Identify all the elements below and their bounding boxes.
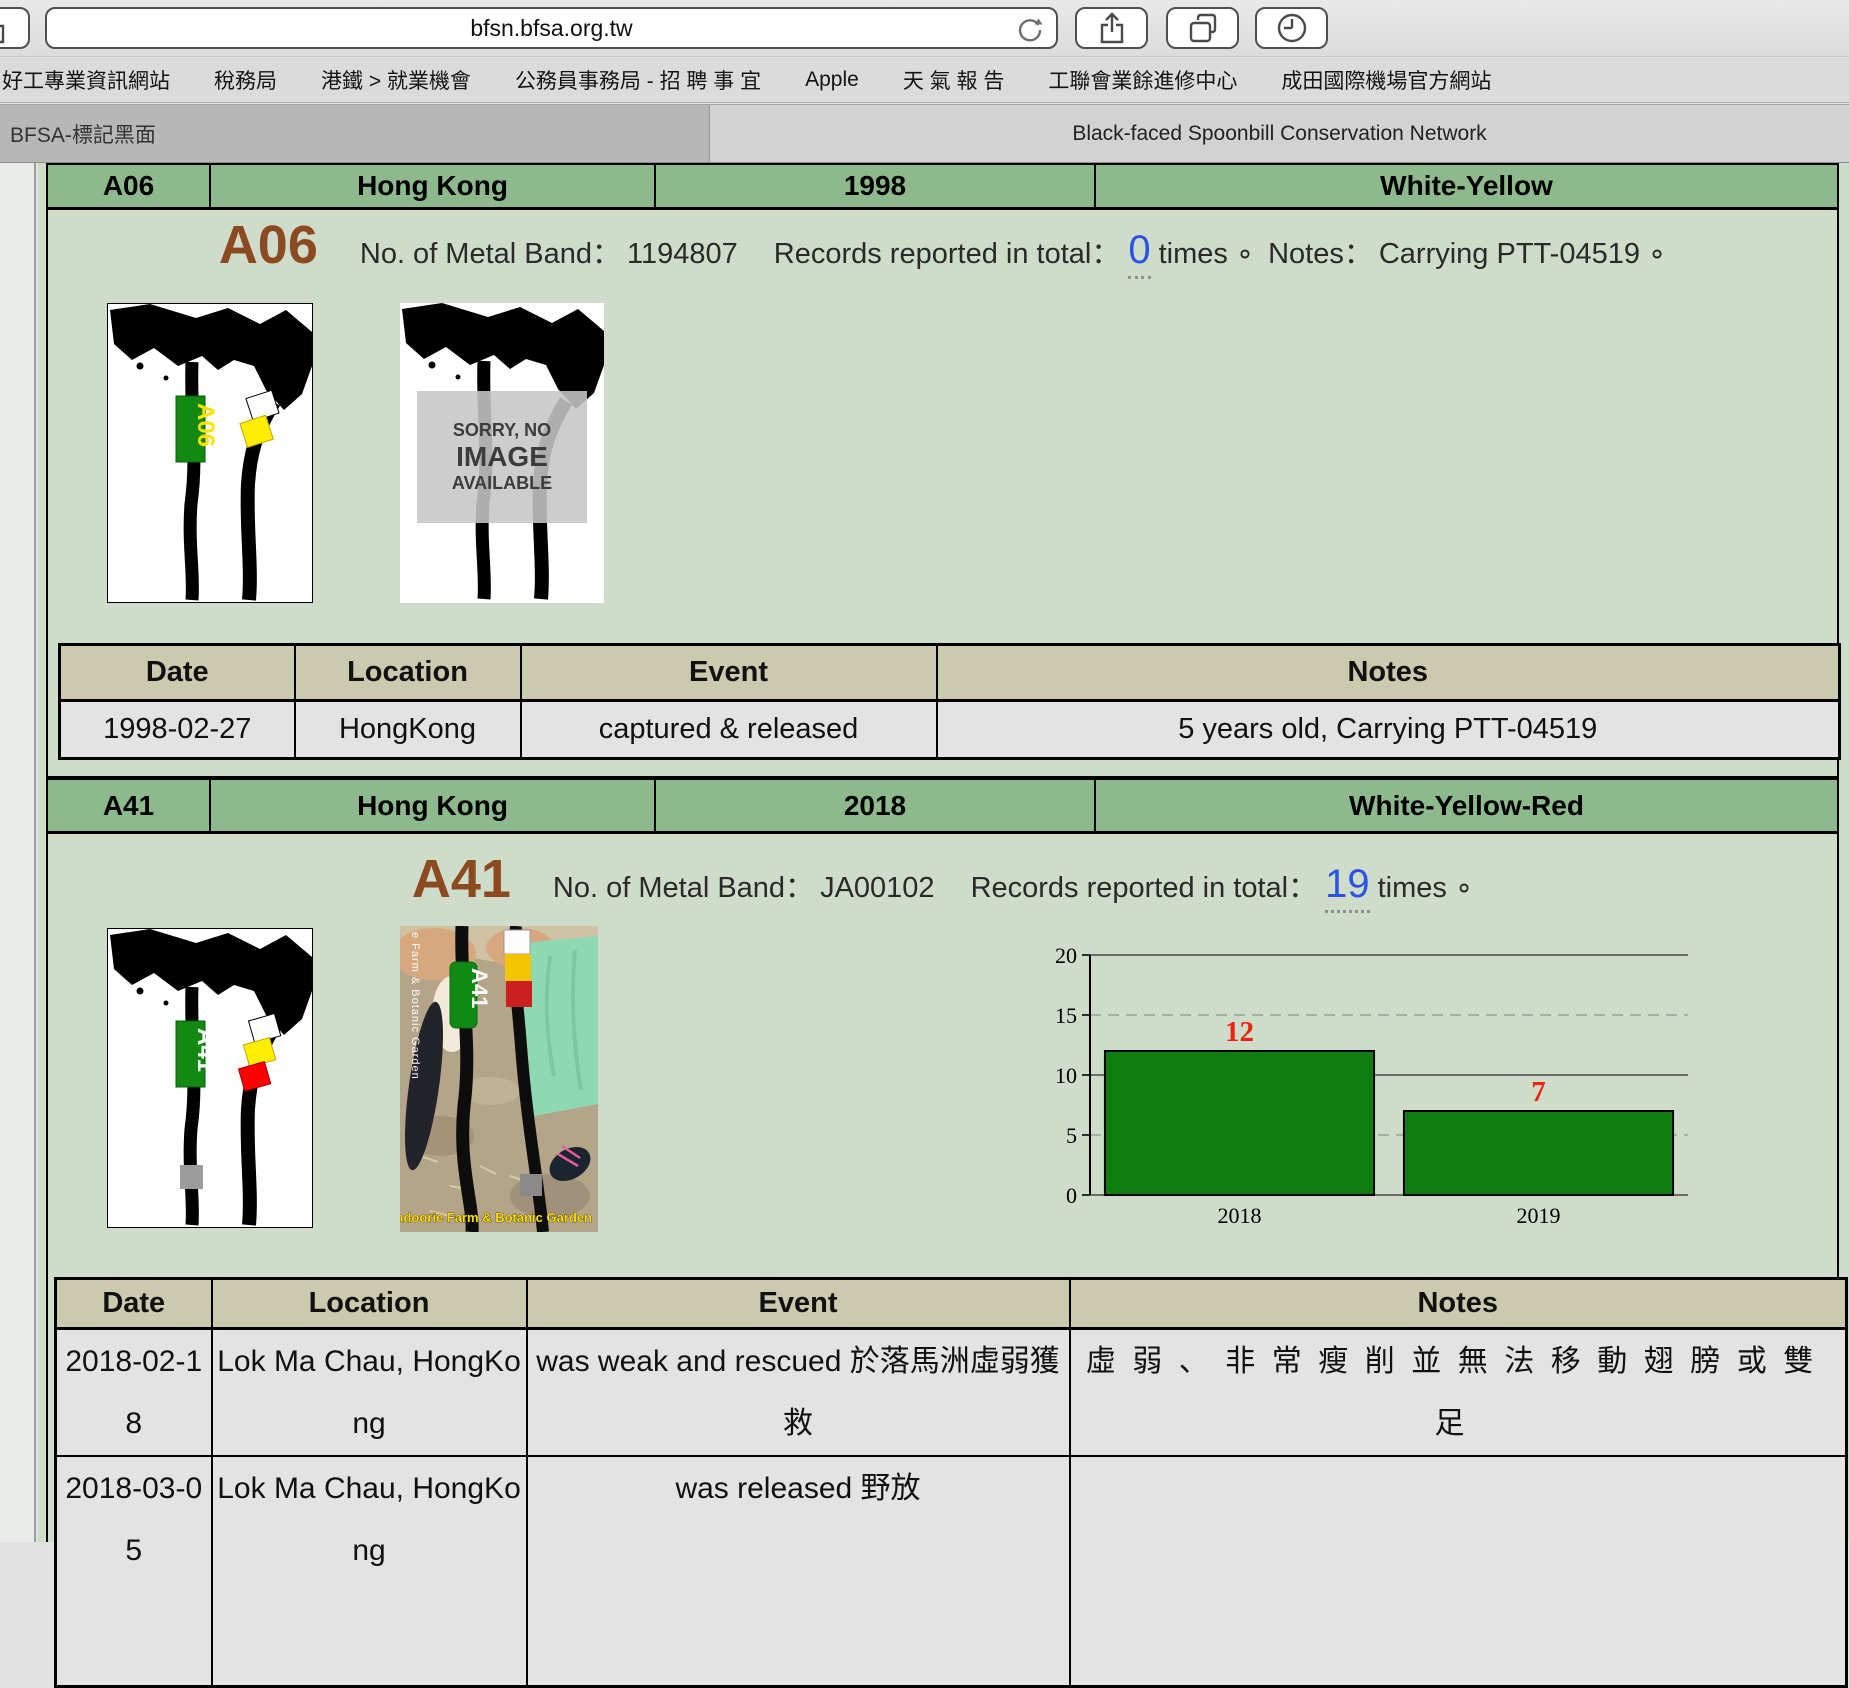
record-title: A41: [412, 848, 511, 910]
band-code-text: A41: [192, 1028, 219, 1072]
cell-location: Lok Ma Chau, HongKong: [212, 1456, 527, 1686]
svg-text:2019: 2019: [1517, 1203, 1561, 1228]
cell-date: 2018-03-05: [56, 1456, 212, 1686]
col-location: Location: [212, 1279, 527, 1329]
col-location: Location: [295, 645, 521, 701]
photo-credit-text: © Kadoorie Farm & Botanic Garden: [400, 1210, 592, 1225]
metal-band-label: No. of Metal Band：: [360, 230, 621, 272]
tabs-overview-button[interactable]: [1166, 7, 1239, 49]
record-id-cell: A41: [48, 780, 211, 831]
share-icon: [1095, 11, 1129, 45]
safari-window: bfsn.bfsa.org.tw: [0, 0, 1849, 1542]
tabs-icon: [1186, 11, 1220, 45]
record-colors-cell: White-Yellow-Red: [1096, 780, 1837, 831]
svg-text:15: 15: [1055, 1003, 1077, 1028]
records-reported-label: Records reported in total：: [971, 864, 1318, 906]
record-year-cell: 1998: [656, 165, 1096, 207]
record-title: A06: [219, 214, 318, 276]
bookmark-item[interactable]: 成田國際機場官方網站: [1281, 65, 1491, 95]
favorites-bar: 好工專業資訊網站 稅務局 港鐵 > 就業機會 公務員事務局 - 招 聘 事 宜 …: [0, 58, 1849, 103]
band-code-text: A41: [467, 968, 492, 1008]
report-count-link[interactable]: 19: [1325, 862, 1370, 913]
tab-bar: BFSA-標記黑面 Black-faced Spoonbill Conserva…: [0, 104, 1849, 163]
svg-text:2018: 2018: [1218, 1203, 1262, 1228]
col-notes: Notes: [1070, 1279, 1847, 1329]
record-summary-a06: A06 No. of Metal Band： 1194807 Records r…: [48, 214, 1837, 284]
times-label: times ∘: [1378, 870, 1474, 905]
col-notes: Notes: [937, 645, 1840, 701]
bookmark-item[interactable]: 天 氣 報 告: [903, 65, 1005, 95]
record-header-row-a41: A41 Hong Kong 2018 White-Yellow-Red: [46, 778, 1839, 834]
bookmark-item[interactable]: 工聯會業餘進修中心: [1048, 65, 1237, 95]
cell-date: 2018-02-18: [56, 1329, 212, 1457]
notes-text: Carrying PTT-04519 ∘: [1379, 236, 1666, 271]
col-date: Date: [56, 1279, 212, 1329]
records-bar-chart: 0 5 10 15 20 12 2018 7 2019: [1040, 933, 1720, 1233]
record-region-cell: Hong Kong: [211, 165, 656, 207]
history-clock-icon: [1275, 11, 1309, 45]
metal-band-label: No. of Metal Band：: [553, 864, 814, 906]
share-icon-partial: [0, 11, 18, 45]
cell-notes: [1070, 1456, 1847, 1686]
tab-spoonbill-network[interactable]: Black-faced Spoonbill Conservation Netwo…: [710, 105, 1849, 162]
sidebar-button[interactable]: [0, 7, 30, 49]
bookmark-item[interactable]: Apple: [805, 68, 859, 92]
record-colors-cell: White-Yellow: [1096, 165, 1837, 207]
share-button[interactable]: [1075, 7, 1148, 49]
record-year-cell: 2018: [656, 780, 1096, 831]
page-left-margin: [0, 163, 36, 1542]
notes-label: Notes：: [1268, 230, 1373, 272]
browser-toolbar: bfsn.bfsa.org.tw: [0, 0, 1849, 57]
table-header-row: Date Location Event Notes: [60, 645, 1840, 701]
no-image-placeholder: SORRY, NO IMAGE AVAILABLE: [400, 303, 604, 603]
record-summary-a41: A41 No. of Metal Band： JA00102 Records r…: [48, 848, 1837, 920]
bookmark-item[interactable]: 港鐵 > 就業機會: [321, 65, 471, 95]
url-text: bfsn.bfsa.org.tw: [470, 15, 632, 42]
no-image-text: SORRY, NO IMAGE AVAILABLE: [417, 391, 587, 523]
bookmark-item[interactable]: 稅務局: [214, 65, 277, 95]
history-button[interactable]: [1255, 7, 1328, 49]
table-row: 2018-02-18 Lok Ma Chau, HongKong was wea…: [56, 1329, 1847, 1457]
cell-date: 1998-02-27: [60, 701, 295, 759]
svg-text:5: 5: [1066, 1123, 1077, 1148]
col-event: Event: [527, 1279, 1070, 1329]
metal-band-number: JA00102: [820, 872, 935, 905]
band-diagram-a06: A06: [107, 303, 313, 603]
band-code-text: A06: [192, 403, 219, 447]
report-count-link[interactable]: 0: [1128, 228, 1150, 279]
record-table-a41: Date Location Event Notes 2018-02-18 Lok…: [54, 1277, 1848, 1688]
record-photo-a41: A41 e Farm & Botanic Garden © Kadoorie F…: [400, 926, 598, 1232]
cell-notes: 虛弱、非常瘦削並無法移動翅膀或雙足: [1070, 1329, 1847, 1457]
cell-event: was released 野放: [527, 1456, 1070, 1686]
reload-icon[interactable]: [1016, 16, 1044, 44]
record-region-cell: Hong Kong: [211, 780, 656, 831]
band-diagram-a41: A41: [107, 928, 313, 1228]
table-row: 2018-03-05 Lok Ma Chau, HongKong was rel…: [56, 1456, 1847, 1686]
col-event: Event: [521, 645, 937, 701]
tab-bfsa[interactable]: BFSA-標記黑面: [0, 105, 710, 162]
svg-text:7: 7: [1531, 1076, 1546, 1108]
bookmark-item[interactable]: 公務員事務局 - 招 聘 事 宜: [515, 65, 761, 95]
table-row: 1998-02-27 HongKong captured & released …: [60, 701, 1840, 759]
cell-location: HongKong: [295, 701, 521, 759]
times-label: times ∘: [1159, 236, 1255, 271]
cell-event: was weak and rescued 於落馬洲虛弱獲救: [527, 1329, 1070, 1457]
table-header-row: Date Location Event Notes: [56, 1279, 1847, 1329]
cell-notes: 5 years old, Carrying PTT-04519: [937, 701, 1840, 759]
cell-event: captured & released: [521, 701, 937, 759]
svg-text:10: 10: [1055, 1063, 1077, 1088]
cell-location: Lok Ma Chau, HongKong: [212, 1329, 527, 1457]
col-date: Date: [60, 645, 295, 701]
record-header-row-a06: A06 Hong Kong 1998 White-Yellow: [46, 163, 1839, 210]
record-table-a06: Date Location Event Notes 1998-02-27 Hon…: [58, 643, 1841, 760]
bookmark-item[interactable]: 好工專業資訊網站: [2, 65, 170, 95]
svg-text:0: 0: [1066, 1183, 1077, 1208]
metal-band-number: 1194807: [627, 238, 738, 271]
svg-text:12: 12: [1225, 1016, 1254, 1048]
record-id-cell: A06: [48, 165, 211, 207]
url-bar[interactable]: bfsn.bfsa.org.tw: [45, 7, 1058, 49]
records-reported-label: Records reported in total：: [774, 230, 1121, 272]
svg-text:20: 20: [1055, 943, 1077, 968]
photo-watermark-text: e Farm & Botanic Garden: [409, 932, 421, 1080]
